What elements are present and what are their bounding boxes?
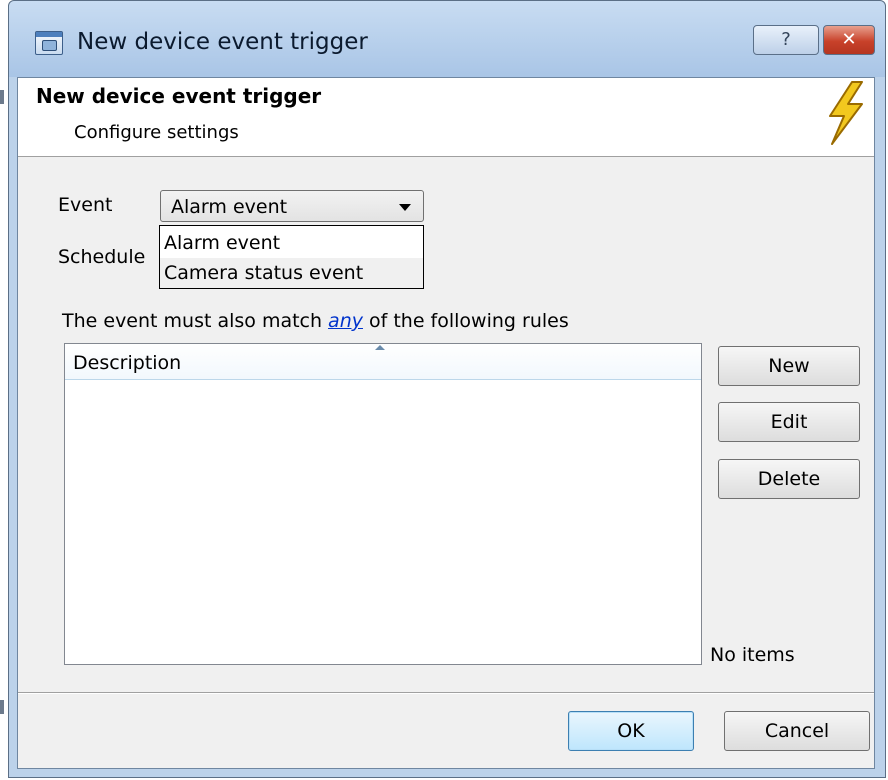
schedule-label: Schedule [58, 246, 146, 268]
edit-rule-button[interactable]: Edit [718, 402, 860, 442]
app-window-icon [35, 31, 63, 55]
event-select[interactable]: Alarm event [160, 190, 424, 222]
wizard-header: New device event trigger Configure setti… [18, 78, 874, 157]
header-title: New device event trigger [36, 84, 322, 108]
match-mode-link[interactable]: any [328, 310, 363, 332]
chevron-down-icon [399, 204, 411, 211]
header-subtitle: Configure settings [74, 122, 239, 143]
desktop-edge-mark [0, 700, 4, 714]
dialog-window: New device event trigger ? ✕ New device … [8, 0, 886, 778]
cancel-button[interactable]: Cancel [724, 711, 870, 751]
new-rule-button[interactable]: New [718, 346, 860, 386]
dropdown-option-alarm-event[interactable]: Alarm event [160, 228, 423, 258]
close-button[interactable]: ✕ [823, 25, 875, 55]
sort-arrow-icon [375, 345, 385, 350]
footer-divider [18, 692, 874, 694]
lightning-bolt-icon [829, 81, 863, 145]
event-dropdown-list: Alarm event Camera status event [159, 225, 424, 289]
help-button[interactable]: ? [753, 25, 819, 55]
item-count-status: No items [710, 644, 795, 666]
rules-list[interactable]: Description [64, 343, 702, 665]
ok-button[interactable]: OK [568, 711, 694, 751]
column-header-description[interactable]: Description [73, 352, 181, 374]
delete-rule-button[interactable]: Delete [718, 459, 860, 499]
event-select-value: Alarm event [171, 196, 288, 218]
title-bar[interactable]: New device event trigger ? ✕ [9, 1, 885, 77]
rules-text-before: The event must also match [62, 310, 323, 332]
dialog-body: New device event trigger Configure setti… [17, 77, 875, 769]
event-label: Event [58, 194, 113, 216]
rules-text-after: of the following rules [368, 310, 569, 332]
window-title: New device event trigger [77, 29, 368, 55]
desktop-edge-mark [0, 90, 4, 104]
rules-description: The event must also match any of the follo… [62, 310, 569, 332]
dropdown-option-camera-status-event[interactable]: Camera status event [160, 258, 423, 288]
list-header[interactable]: Description [65, 344, 701, 380]
